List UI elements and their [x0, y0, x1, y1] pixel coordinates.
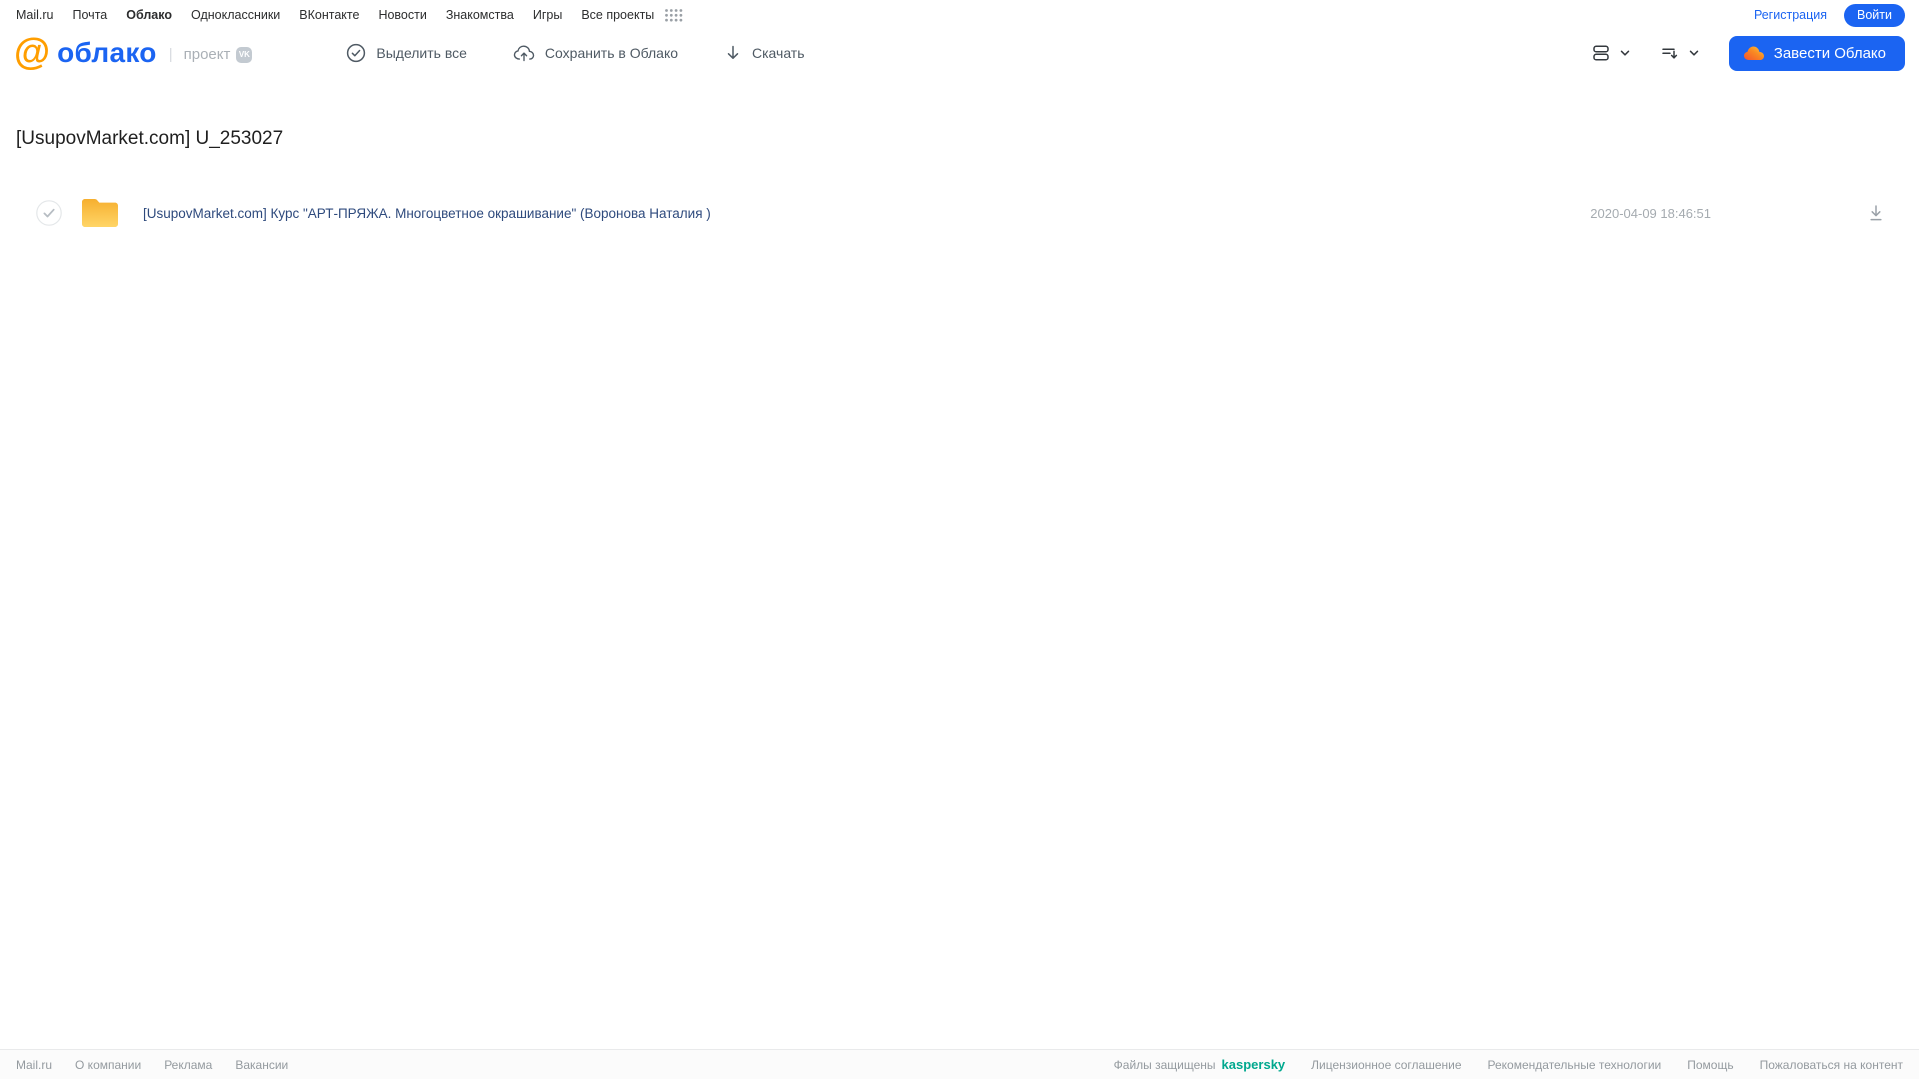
folder-icon[interactable] — [79, 195, 121, 231]
login-button[interactable]: Войти — [1844, 3, 1905, 27]
nav-item-igry[interactable]: Игры — [533, 8, 562, 22]
page-title: [UsupovMarket.com] U_253027 — [16, 128, 284, 149]
sort-icon — [1660, 43, 1680, 63]
kaspersky-prefix: Файлы защищены — [1113, 1058, 1216, 1072]
footer-link-license[interactable]: Лицензионное соглашение — [1311, 1058, 1461, 1072]
header-right-controls: Завести Облако — [1591, 35, 1905, 71]
footer: Mail.ru О компании Реклама Вакансии Файл… — [0, 1049, 1919, 1079]
footer-link-mailru[interactable]: Mail.ru — [16, 1058, 52, 1072]
cloud-public-page: Mail.ru Почта Облако Одноклассники ВКонт… — [0, 0, 1919, 1079]
select-all-button[interactable]: Выделить все — [346, 43, 467, 63]
download-arrow-icon — [724, 44, 742, 62]
vk-badge-icon: VK — [236, 46, 253, 63]
project-label: проект — [183, 45, 231, 63]
nav-item-vkontakte[interactable]: ВКонтакте — [299, 8, 359, 22]
nav-item-pochta[interactable]: Почта — [73, 8, 108, 22]
chevron-down-icon — [1619, 47, 1631, 59]
mailru-at-icon: @ — [14, 30, 51, 72]
footer-link-report[interactable]: Пожаловаться на контент — [1760, 1058, 1903, 1072]
registration-link[interactable]: Регистрация — [1754, 8, 1827, 22]
check-circle-icon — [346, 43, 366, 63]
list-view-icon — [1591, 43, 1611, 63]
save-to-cloud-button[interactable]: Сохранить в Облако — [513, 43, 678, 63]
save-to-cloud-label: Сохранить в Облако — [544, 45, 679, 61]
nav-item-oblako[interactable]: Облако — [126, 8, 172, 22]
chevron-down-icon — [1688, 47, 1700, 59]
cloud-logo-text: облако — [57, 37, 157, 68]
cloud-icon — [1743, 45, 1765, 61]
logo-divider: | — [168, 45, 173, 63]
nav-item-znakomstva[interactable]: Знакомства — [446, 8, 514, 22]
footer-link-jobs[interactable]: Вакансии — [235, 1058, 288, 1072]
footer-link-help[interactable]: Помощь — [1687, 1058, 1733, 1072]
portal-navbar: Mail.ru Почта Облако Одноклассники ВКонт… — [0, 0, 1919, 28]
file-date: 2020-04-09 18:46:51 — [1590, 205, 1711, 221]
nav-item-novosti[interactable]: Новости — [378, 8, 426, 22]
get-cloud-button[interactable]: Завести Облако — [1728, 35, 1905, 71]
select-all-label: Выделить все — [376, 45, 467, 61]
footer-link-ads[interactable]: Реклама — [164, 1058, 212, 1072]
nav-item-mailru[interactable]: Mail.ru — [16, 8, 54, 22]
cloud-logo[interactable]: @ облако | проект VK — [14, 30, 253, 72]
file-download-icon[interactable] — [1866, 203, 1886, 223]
sort-dropdown[interactable] — [1660, 43, 1700, 63]
kaspersky-logo[interactable]: kaspersky — [1222, 1057, 1286, 1072]
view-mode-dropdown[interactable] — [1591, 43, 1631, 63]
footer-link-recommendations[interactable]: Рекомендательные технологии — [1488, 1058, 1662, 1072]
file-row[interactable]: [UsupovMarket.com] Курс "АРТ-ПРЯЖА. Мног… — [0, 190, 1919, 236]
actions-toolbar: Выделить все Сохранить в Облако Скачать — [346, 43, 805, 63]
footer-left-links: Mail.ru О компании Реклама Вакансии — [16, 1058, 288, 1072]
download-label: Скачать — [752, 45, 805, 61]
nav-item-odnoklassniki[interactable]: Одноклассники — [191, 8, 280, 22]
kaspersky-protection: Файлы защищены kaspersky — [1114, 1057, 1286, 1072]
file-name-link[interactable]: [UsupovMarket.com] Курс "АРТ-ПРЯЖА. Мног… — [143, 206, 711, 221]
cloud-header: @ облако | проект VK Выделить все Сохран… — [0, 28, 1919, 78]
apps-grid-icon[interactable] — [664, 8, 683, 23]
nav-item-all-projects[interactable]: Все проекты — [581, 8, 654, 22]
download-button[interactable]: Скачать — [724, 44, 805, 62]
get-cloud-label: Завести Облако — [1773, 44, 1886, 62]
row-checkbox[interactable] — [36, 200, 62, 226]
cloud-upload-icon — [513, 43, 535, 63]
footer-link-about[interactable]: О компании — [75, 1058, 141, 1072]
footer-right-links: Файлы защищены kaspersky Лицензионное со… — [1114, 1057, 1903, 1072]
